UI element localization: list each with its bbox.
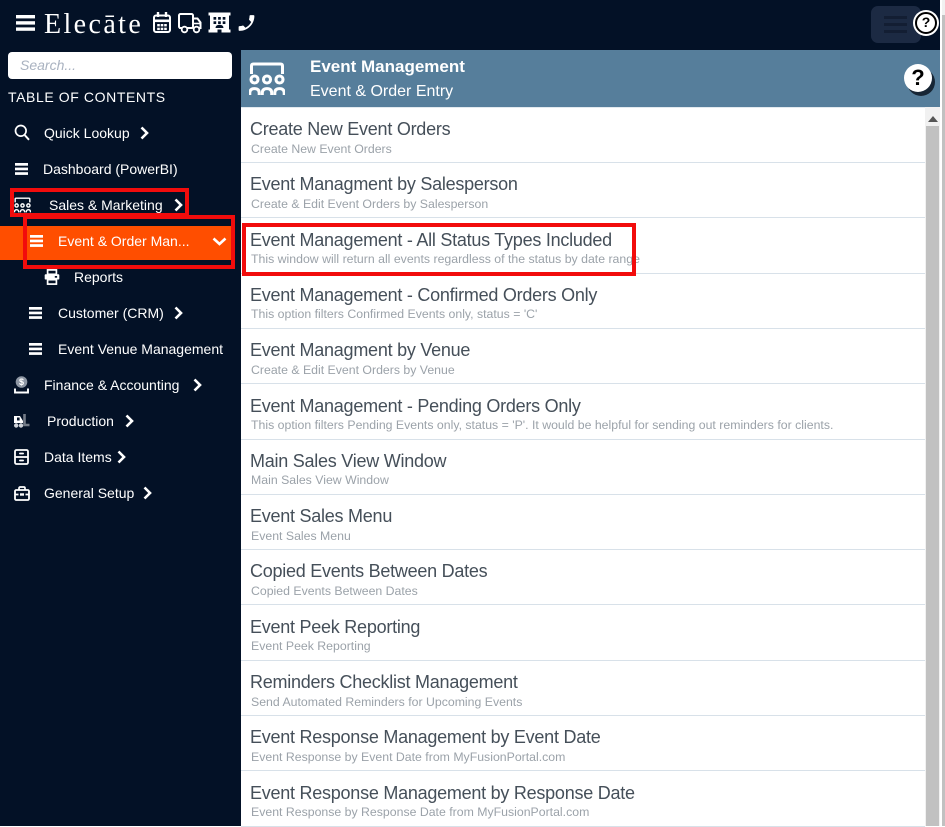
svg-text:$: $ xyxy=(19,377,24,387)
